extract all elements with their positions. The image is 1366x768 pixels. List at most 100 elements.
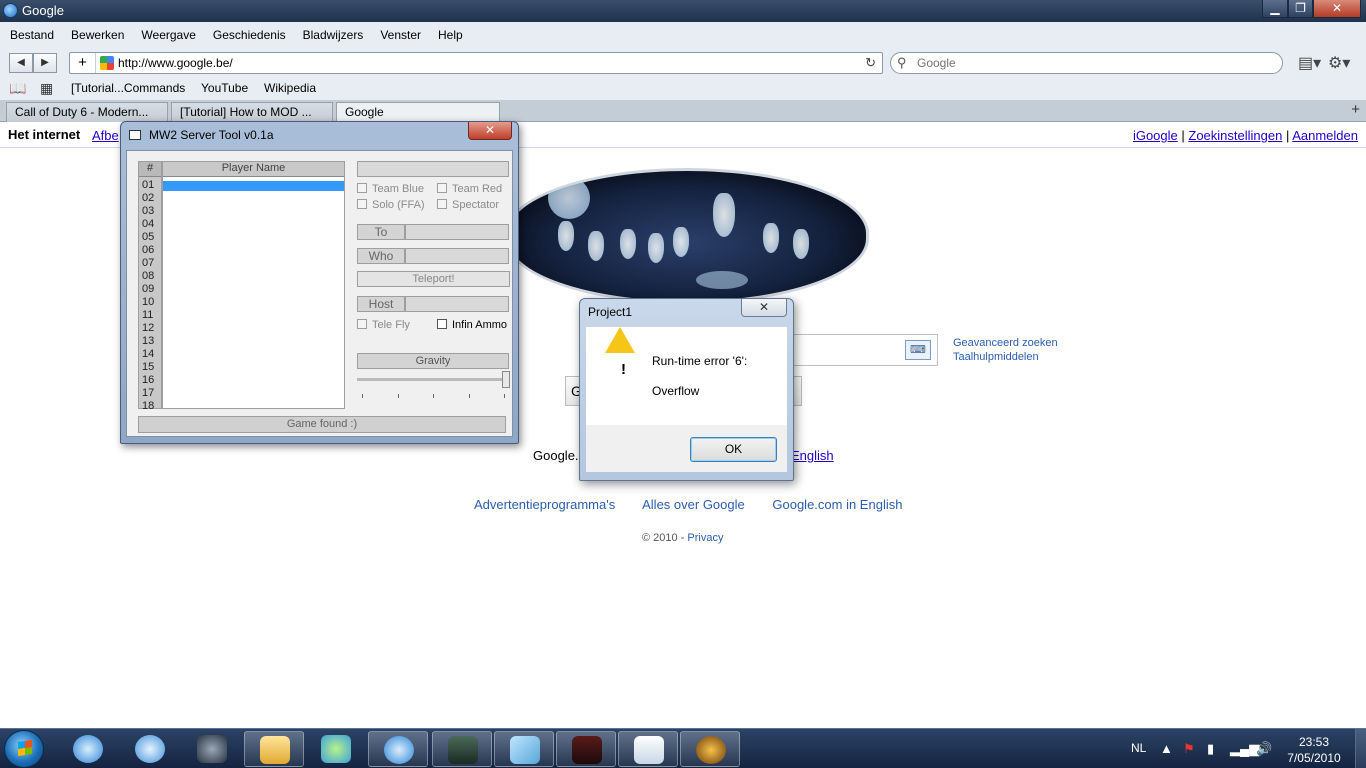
spectator-checkbox[interactable]: Spectator (437, 199, 499, 211)
bookmark-tutorial[interactable]: [Tutorial...Commands (71, 81, 185, 95)
forward-button[interactable]: ▶ (33, 53, 57, 73)
gear-icon[interactable]: ⚙▾ (1328, 53, 1350, 73)
tab-google[interactable]: Google (336, 102, 500, 122)
taskbar-explorer[interactable] (244, 731, 304, 767)
close-button[interactable]: ✕ (1313, 0, 1361, 18)
address-bar[interactable]: + http://www.google.be/ ↻ (69, 52, 883, 74)
aanmelden-link[interactable]: Aanmelden (1292, 128, 1358, 143)
teleport-button[interactable]: Teleport! (357, 271, 510, 287)
taskbar-notes[interactable] (494, 731, 554, 767)
page-menu-icon[interactable]: ▤▾ (1298, 53, 1321, 73)
menu-geschiedenis[interactable]: Geschiedenis (213, 28, 286, 42)
back-button[interactable]: ◀ (9, 53, 33, 73)
url-text[interactable]: http://www.google.be/ (118, 56, 233, 70)
tab-tutorial[interactable]: [Tutorial] How to MOD ... (171, 102, 333, 122)
team-blue-checkbox[interactable]: Team Blue (357, 183, 424, 195)
slot-number: 02 (142, 192, 155, 204)
advertising-link[interactable]: Advertentieprogramma's (474, 497, 615, 512)
bookmark-wikipedia[interactable]: Wikipedia (264, 81, 316, 95)
new-tab-icon[interactable]: + (1351, 101, 1360, 118)
warning-exclamation-icon: ! (621, 361, 626, 378)
gravity-label: Gravity (357, 353, 509, 369)
english-link[interactable]: English (791, 448, 834, 463)
to-field[interactable] (405, 224, 509, 240)
add-bookmark-icon[interactable]: + (70, 53, 96, 73)
maximize-button[interactable]: ❐ (1288, 0, 1313, 18)
player-list[interactable]: Player Name (162, 161, 345, 409)
search-input[interactable] (917, 55, 1267, 71)
infin-ammo-checkbox[interactable]: Infin Ammo (437, 319, 507, 331)
selected-player-row[interactable] (163, 181, 344, 191)
slot-number: 05 (142, 231, 155, 243)
who-field[interactable] (405, 248, 509, 264)
action-center-flag-icon[interactable]: ⚑ (1183, 741, 1195, 757)
taskbar-itunes[interactable] (120, 731, 180, 767)
mw2-title: MW2 Server Tool v0.1a (149, 128, 274, 142)
privacy-link[interactable]: Privacy (687, 532, 723, 544)
menu-venster[interactable]: Venster (380, 28, 421, 42)
advanced-search-link[interactable]: Geavanceerd zoeken (953, 336, 1058, 350)
usb-device-icon[interactable]: ▮ (1207, 741, 1214, 757)
start-button[interactable] (4, 730, 44, 768)
account-links: iGoogle | Zoekinstellingen | Aanmelden (1132, 128, 1358, 143)
team-red-checkbox[interactable]: Team Red (437, 183, 502, 195)
language-tools-link[interactable]: Taalhulpmiddelen (953, 350, 1058, 364)
doodle-dancer (648, 233, 664, 263)
safari-icon (3, 3, 18, 18)
dialog-close-button[interactable]: ✕ (741, 299, 787, 317)
clock-date: 7/05/2010 (1287, 751, 1341, 765)
solo-ffa-checkbox[interactable]: Solo (FFA) (357, 199, 425, 211)
zoekinstellingen-link[interactable]: Zoekinstellingen (1188, 128, 1282, 143)
gravity-slider-track[interactable] (357, 378, 507, 381)
minimize-button[interactable]: ▁ (1262, 0, 1288, 18)
show-desktop-button[interactable] (1355, 729, 1366, 768)
menu-bewerken[interactable]: Bewerken (71, 28, 124, 42)
taskbar-safari[interactable] (58, 731, 118, 767)
vac-icon (572, 736, 602, 764)
folder-icon (260, 736, 290, 764)
book-icon[interactable]: 📖 (9, 80, 26, 97)
window-icon (634, 736, 664, 764)
language-indicator[interactable]: NL (1131, 741, 1146, 755)
ok-button[interactable]: OK (690, 437, 777, 462)
host-field[interactable] (405, 296, 509, 312)
advanced-links: Geavanceerd zoeken Taalhulpmiddelen (953, 336, 1058, 364)
menu-bladwijzers[interactable]: Bladwijzers (303, 28, 364, 42)
itunes-icon (135, 735, 165, 763)
tele-fly-label: Tele Fly (372, 319, 410, 331)
doodle-dancer (558, 221, 574, 251)
afbeeldingen-link[interactable]: Afbe (92, 128, 119, 143)
reload-icon[interactable]: ↻ (865, 55, 876, 71)
menu-bestand[interactable]: Bestand (10, 28, 54, 42)
google-lang-text: Google. (533, 448, 579, 463)
browser-title-bar: Google ▁ ❐ ✕ (0, 0, 1366, 22)
tab-call-of-duty[interactable]: Call of Duty 6 - Modern... (6, 102, 168, 122)
volume-icon[interactable]: 🔊 (1256, 741, 1272, 757)
taskbar-safari-window[interactable] (368, 731, 428, 767)
tele-fly-checkbox[interactable]: Tele Fly (357, 319, 410, 331)
top-sites-grid-icon[interactable]: ▦ (40, 80, 53, 97)
menu-help[interactable]: Help (438, 28, 463, 42)
taskbar-system-monitor[interactable] (432, 731, 492, 767)
who-label: Who (357, 248, 405, 264)
igoogle-link[interactable]: iGoogle (1133, 128, 1178, 143)
google-com-english-link[interactable]: Google.com in English (772, 497, 902, 512)
taskbar-game[interactable] (680, 731, 740, 767)
clock[interactable]: 23:53 7/05/2010 (1284, 734, 1344, 766)
search-field[interactable]: ⚲ (890, 52, 1283, 74)
taskbar-steam[interactable] (182, 731, 242, 767)
google-doodle-ballet[interactable] (505, 168, 869, 304)
gravity-slider-thumb[interactable] (502, 371, 510, 388)
menu-weergave[interactable]: Weergave (141, 28, 195, 42)
taskbar-folder-window[interactable] (618, 731, 678, 767)
about-google-link[interactable]: Alles over Google (642, 497, 745, 512)
network-signal-icon[interactable]: ▂▄▆ (1230, 741, 1259, 757)
virtual-keyboard-icon[interactable]: ⌨ (905, 340, 931, 360)
infin-ammo-label: Infin Ammo (452, 319, 508, 331)
mw2-close-button[interactable]: ✕ (468, 122, 512, 140)
taskbar-vac[interactable] (556, 731, 616, 767)
show-hidden-icons-icon[interactable]: ▲ (1160, 741, 1173, 756)
dialog-title: Project1 (588, 305, 633, 319)
bookmark-youtube[interactable]: YouTube (201, 81, 248, 95)
taskbar-messenger[interactable] (306, 731, 366, 767)
